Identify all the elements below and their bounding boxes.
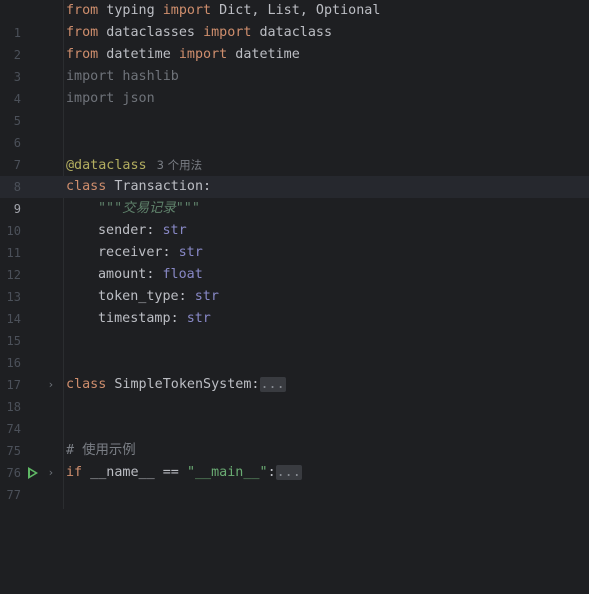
run-play-icon[interactable]	[28, 467, 38, 479]
code-line[interactable]: 11 sender: str	[0, 220, 589, 260]
code-line[interactable]: 5 import json	[0, 88, 589, 128]
colon: :	[267, 465, 276, 480]
type-annotation: str	[186, 311, 211, 326]
decorator: @dataclass	[66, 158, 147, 173]
type-annotation: str	[178, 245, 203, 260]
class-name: SimpleTokenSystem:	[106, 377, 260, 392]
code-line[interactable]: 16	[0, 330, 589, 370]
code-content: class Transaction:	[66, 176, 211, 198]
module-name: datetime	[98, 47, 179, 62]
code-content: from dataclasses import dataclass	[66, 22, 332, 44]
usages-inlay-hint[interactable]: 3 个用法	[157, 158, 202, 172]
keyword: from	[66, 3, 99, 18]
code-content: class SimpleTokenSystem:...	[66, 374, 286, 396]
unused-import: import hashlib	[66, 69, 179, 84]
keyword: from	[66, 47, 99, 62]
import-names: datetime	[227, 47, 300, 62]
colon: :	[162, 245, 179, 260]
code-content: amount: float	[98, 264, 203, 286]
code-line[interactable]: 18 › class SimpleTokenSystem:...	[0, 374, 589, 414]
field-name: amount	[98, 267, 147, 282]
code-editor[interactable]: 1 from typing import Dict, List, Optiona…	[0, 0, 589, 509]
code-line[interactable]: 10 """交易记录"""	[0, 198, 589, 238]
code-content: receiver: str	[98, 242, 203, 264]
code-content: @dataclass 3 个用法	[66, 154, 202, 177]
type-annotation: float	[162, 267, 203, 282]
code-line[interactable]: 4 import hashlib	[0, 66, 589, 106]
colon: :	[146, 267, 163, 282]
code-line[interactable]: 12 receiver: str	[0, 242, 589, 282]
import-names: dataclass	[251, 25, 333, 40]
keyword: class	[66, 179, 107, 194]
folded-region-placeholder[interactable]: ...	[275, 465, 302, 480]
field-name: sender	[98, 223, 147, 238]
code-line[interactable]: 17	[0, 352, 589, 392]
code-content: if __name__ == "__main__":...	[66, 462, 302, 484]
code-line[interactable]: 6	[0, 110, 589, 150]
code-content: token_type: str	[98, 286, 219, 308]
module-name: dataclasses	[98, 25, 204, 40]
code-line-current[interactable]: 9 class Transaction:	[0, 176, 589, 216]
code-content: from typing import Dict, List, Optional	[66, 0, 380, 22]
colon: :	[170, 311, 187, 326]
keyword: import	[203, 25, 252, 40]
module-name: typing	[98, 3, 163, 18]
type-annotation: str	[162, 223, 187, 238]
code-line[interactable]: 3 from datetime import datetime	[0, 44, 589, 84]
code-line[interactable]: 13 amount: float	[0, 264, 589, 304]
fold-expand-chevron-icon[interactable]: ›	[46, 374, 56, 396]
fold-expand-chevron-icon[interactable]: ›	[46, 462, 56, 484]
docstring: """交易记录"""	[98, 201, 200, 216]
keyword: from	[66, 25, 99, 40]
folded-region-placeholder[interactable]: ...	[259, 377, 286, 392]
code-line[interactable]: 8 @dataclass 3 个用法	[0, 154, 589, 194]
field-name: token_type	[98, 289, 179, 304]
import-names: Dict, List, Optional	[211, 3, 381, 18]
string-literal: "__main__"	[186, 465, 268, 480]
keyword: if	[66, 465, 83, 480]
code-line[interactable]: 7	[0, 132, 589, 172]
code-line[interactable]: 1 from typing import Dict, List, Optiona…	[0, 0, 589, 40]
line-number: 77	[6, 488, 21, 502]
code-content: sender: str	[98, 220, 187, 242]
class-name: Transaction:	[106, 179, 212, 194]
code-content: from datetime import datetime	[66, 44, 300, 66]
code-line[interactable]: 77 › if __name__ == "__main__":...	[0, 462, 589, 502]
dunder-name: __name__ ==	[82, 465, 187, 480]
code-content: """交易记录"""	[98, 198, 200, 220]
keyword: class	[66, 377, 107, 392]
code-content: timestamp: str	[98, 308, 211, 330]
code-line[interactable]: 2 from dataclasses import dataclass	[0, 22, 589, 62]
keyword: import	[162, 3, 212, 18]
keyword: import	[178, 47, 228, 62]
unused-import: import json	[66, 91, 155, 106]
code-line[interactable]: 74	[0, 396, 589, 436]
code-line[interactable]: 76 # 使用示例	[0, 440, 589, 480]
field-name: receiver	[98, 245, 163, 260]
code-line[interactable]: 15 timestamp: str	[0, 308, 589, 348]
code-line[interactable]: 75	[0, 418, 589, 458]
type-annotation: str	[194, 289, 219, 304]
field-name: timestamp	[98, 311, 171, 326]
code-line[interactable]: 14 token_type: str	[0, 286, 589, 326]
comment: # 使用示例	[66, 443, 136, 458]
colon: :	[146, 223, 163, 238]
colon: :	[178, 289, 195, 304]
